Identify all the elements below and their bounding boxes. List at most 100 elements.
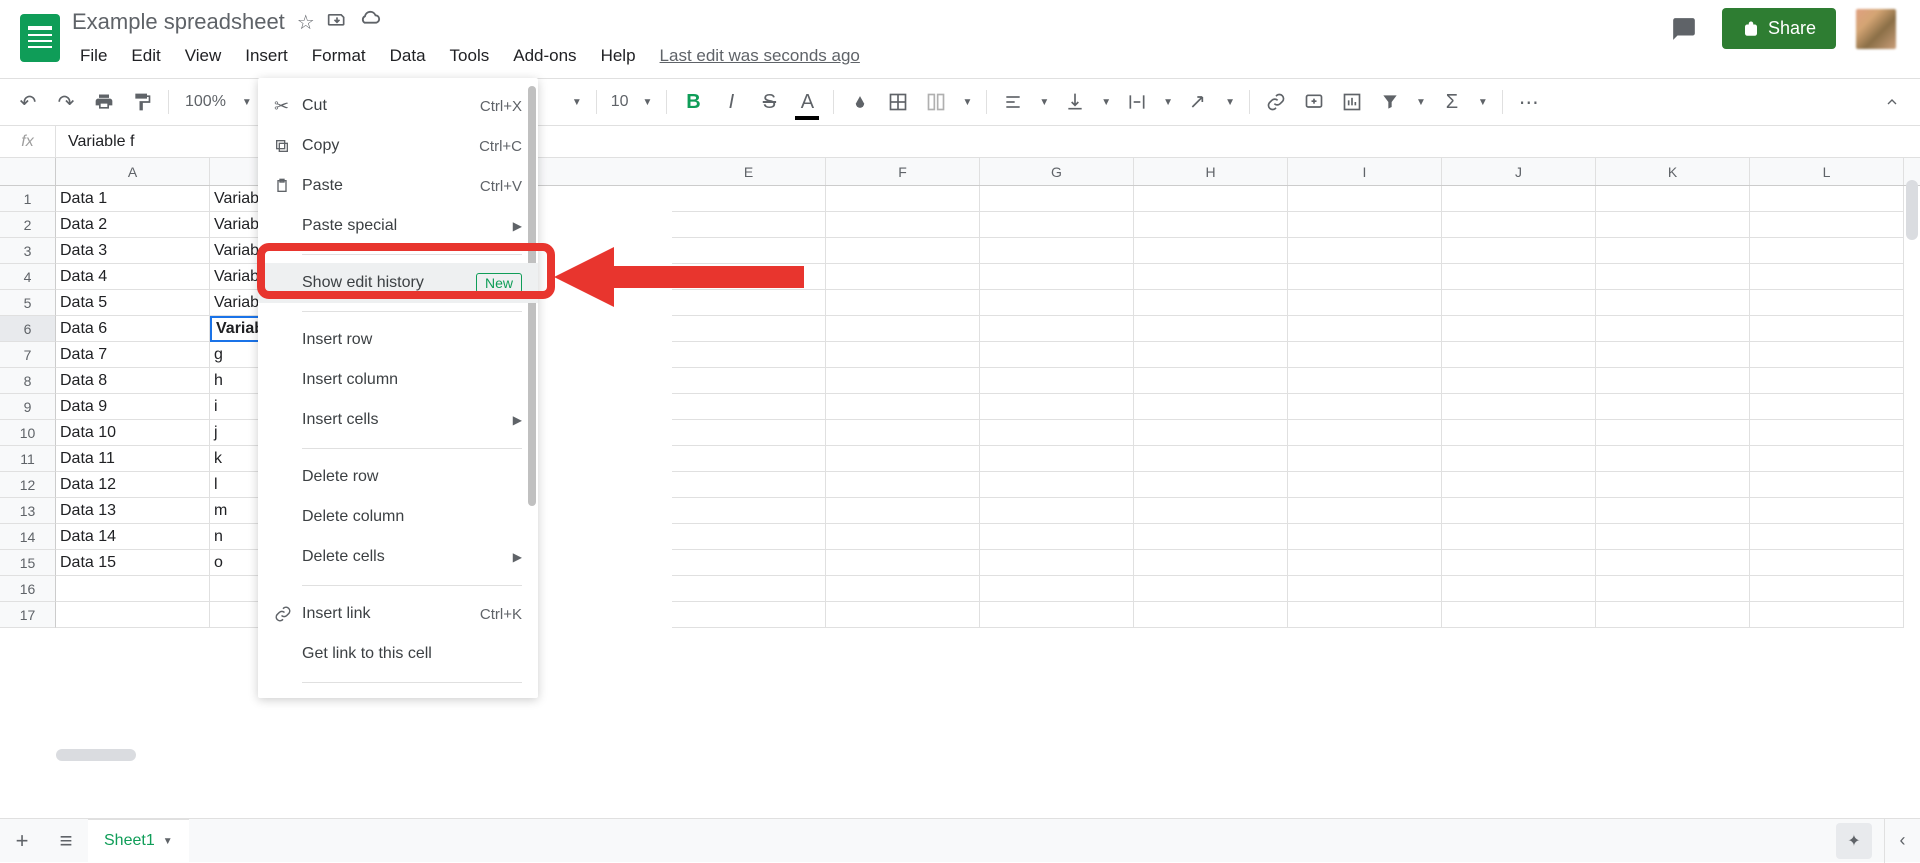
cell[interactable] (1596, 576, 1750, 602)
row-header[interactable]: 7 (0, 342, 56, 368)
cell[interactable] (1288, 446, 1442, 472)
cell[interactable]: Data 15 (56, 550, 210, 576)
share-button[interactable]: Share (1722, 8, 1836, 49)
cell[interactable] (980, 524, 1134, 550)
cell[interactable] (1442, 368, 1596, 394)
cell[interactable] (1134, 472, 1288, 498)
cell[interactable] (1596, 238, 1750, 264)
cell[interactable] (980, 394, 1134, 420)
cell[interactable] (1134, 498, 1288, 524)
cell[interactable] (1134, 420, 1288, 446)
row-header[interactable]: 10 (0, 420, 56, 446)
cell[interactable] (826, 498, 980, 524)
cell[interactable] (1596, 212, 1750, 238)
cell[interactable] (980, 498, 1134, 524)
cell[interactable] (826, 576, 980, 602)
cell[interactable] (1134, 212, 1288, 238)
cell[interactable]: Data 13 (56, 498, 210, 524)
cm-insert-cells[interactable]: Insert cells ▶ (258, 400, 538, 440)
add-sheet-button[interactable]: + (0, 819, 44, 863)
cell[interactable]: Data 8 (56, 368, 210, 394)
cell[interactable] (1134, 394, 1288, 420)
cell[interactable] (672, 420, 826, 446)
insert-chart-icon[interactable] (1336, 86, 1368, 118)
cell[interactable] (1442, 342, 1596, 368)
row-header[interactable]: 11 (0, 446, 56, 472)
cell[interactable] (1442, 394, 1596, 420)
cm-insert-column[interactable]: Insert column (258, 360, 538, 400)
menu-data[interactable]: Data (380, 42, 436, 70)
cell[interactable] (1750, 394, 1904, 420)
undo-icon[interactable]: ↶ (12, 86, 44, 118)
cell[interactable]: Data 14 (56, 524, 210, 550)
italic-button[interactable]: I (715, 86, 747, 118)
font-dropdown-icon[interactable]: ▼ (568, 97, 586, 108)
paint-format-icon[interactable] (126, 86, 158, 118)
cell[interactable] (1596, 342, 1750, 368)
cell[interactable] (1750, 420, 1904, 446)
cell[interactable] (1134, 186, 1288, 212)
cell[interactable]: Data 11 (56, 446, 210, 472)
col-header[interactable]: E (672, 158, 826, 185)
strikethrough-button[interactable]: S (753, 86, 785, 118)
functions-icon[interactable]: Σ (1436, 86, 1468, 118)
cell[interactable] (1750, 524, 1904, 550)
row-header[interactable]: 5 (0, 290, 56, 316)
cell[interactable] (826, 550, 980, 576)
cell[interactable] (980, 472, 1134, 498)
cell[interactable] (1288, 238, 1442, 264)
col-header[interactable]: I (1288, 158, 1442, 185)
col-header[interactable]: L (1750, 158, 1904, 185)
cell[interactable] (1596, 264, 1750, 290)
cell[interactable] (826, 290, 980, 316)
filter-dropdown-icon[interactable]: ▼ (1412, 97, 1430, 108)
zoom-select[interactable]: 100% (179, 93, 232, 111)
cell[interactable] (980, 420, 1134, 446)
comments-icon[interactable] (1666, 11, 1702, 47)
cm-copy[interactable]: Copy Ctrl+C (258, 126, 538, 166)
borders-icon[interactable] (882, 86, 914, 118)
valign-dropdown-icon[interactable]: ▼ (1097, 97, 1115, 108)
cell[interactable] (672, 212, 826, 238)
cell[interactable] (1596, 290, 1750, 316)
cm-paste[interactable]: Paste Ctrl+V (258, 166, 538, 206)
more-icon[interactable]: ⋯ (1513, 86, 1545, 118)
fill-color-icon[interactable] (844, 86, 876, 118)
row-header[interactable]: 9 (0, 394, 56, 420)
font-size-dropdown-icon[interactable]: ▼ (639, 97, 657, 108)
cloud-status-icon[interactable] (359, 8, 381, 36)
col-header[interactable]: A (56, 158, 210, 185)
horizontal-align-icon[interactable] (997, 86, 1029, 118)
col-header[interactable]: J (1442, 158, 1596, 185)
cell[interactable] (980, 368, 1134, 394)
menu-format[interactable]: Format (302, 42, 376, 70)
cell[interactable] (1750, 498, 1904, 524)
sheet-tab[interactable]: Sheet1 ▼ (88, 819, 189, 863)
cell[interactable]: Data 5 (56, 290, 210, 316)
cell[interactable] (826, 186, 980, 212)
cell[interactable] (56, 576, 210, 602)
cm-paste-special[interactable]: Paste special ▶ (258, 206, 538, 246)
font-size-select[interactable]: 10 (607, 93, 633, 111)
cell[interactable] (1288, 264, 1442, 290)
cell[interactable] (1750, 290, 1904, 316)
cell[interactable] (1596, 368, 1750, 394)
cell[interactable] (1442, 446, 1596, 472)
cell[interactable] (1750, 186, 1904, 212)
row-header[interactable]: 1 (0, 186, 56, 212)
row-header[interactable]: 2 (0, 212, 56, 238)
cell[interactable] (672, 290, 826, 316)
merge-cells-icon[interactable] (920, 86, 952, 118)
cell[interactable] (1134, 316, 1288, 342)
cell[interactable] (672, 498, 826, 524)
cell[interactable] (1288, 316, 1442, 342)
cm-cut[interactable]: ✂ Cut Ctrl+X (258, 86, 538, 126)
cell[interactable] (1596, 472, 1750, 498)
cell[interactable] (1442, 602, 1596, 628)
wrap-dropdown-icon[interactable]: ▼ (1159, 97, 1177, 108)
menu-addons[interactable]: Add-ons (503, 42, 586, 70)
functions-dropdown-icon[interactable]: ▼ (1474, 97, 1492, 108)
cell[interactable] (1442, 186, 1596, 212)
cell[interactable] (1750, 238, 1904, 264)
cell[interactable] (826, 212, 980, 238)
